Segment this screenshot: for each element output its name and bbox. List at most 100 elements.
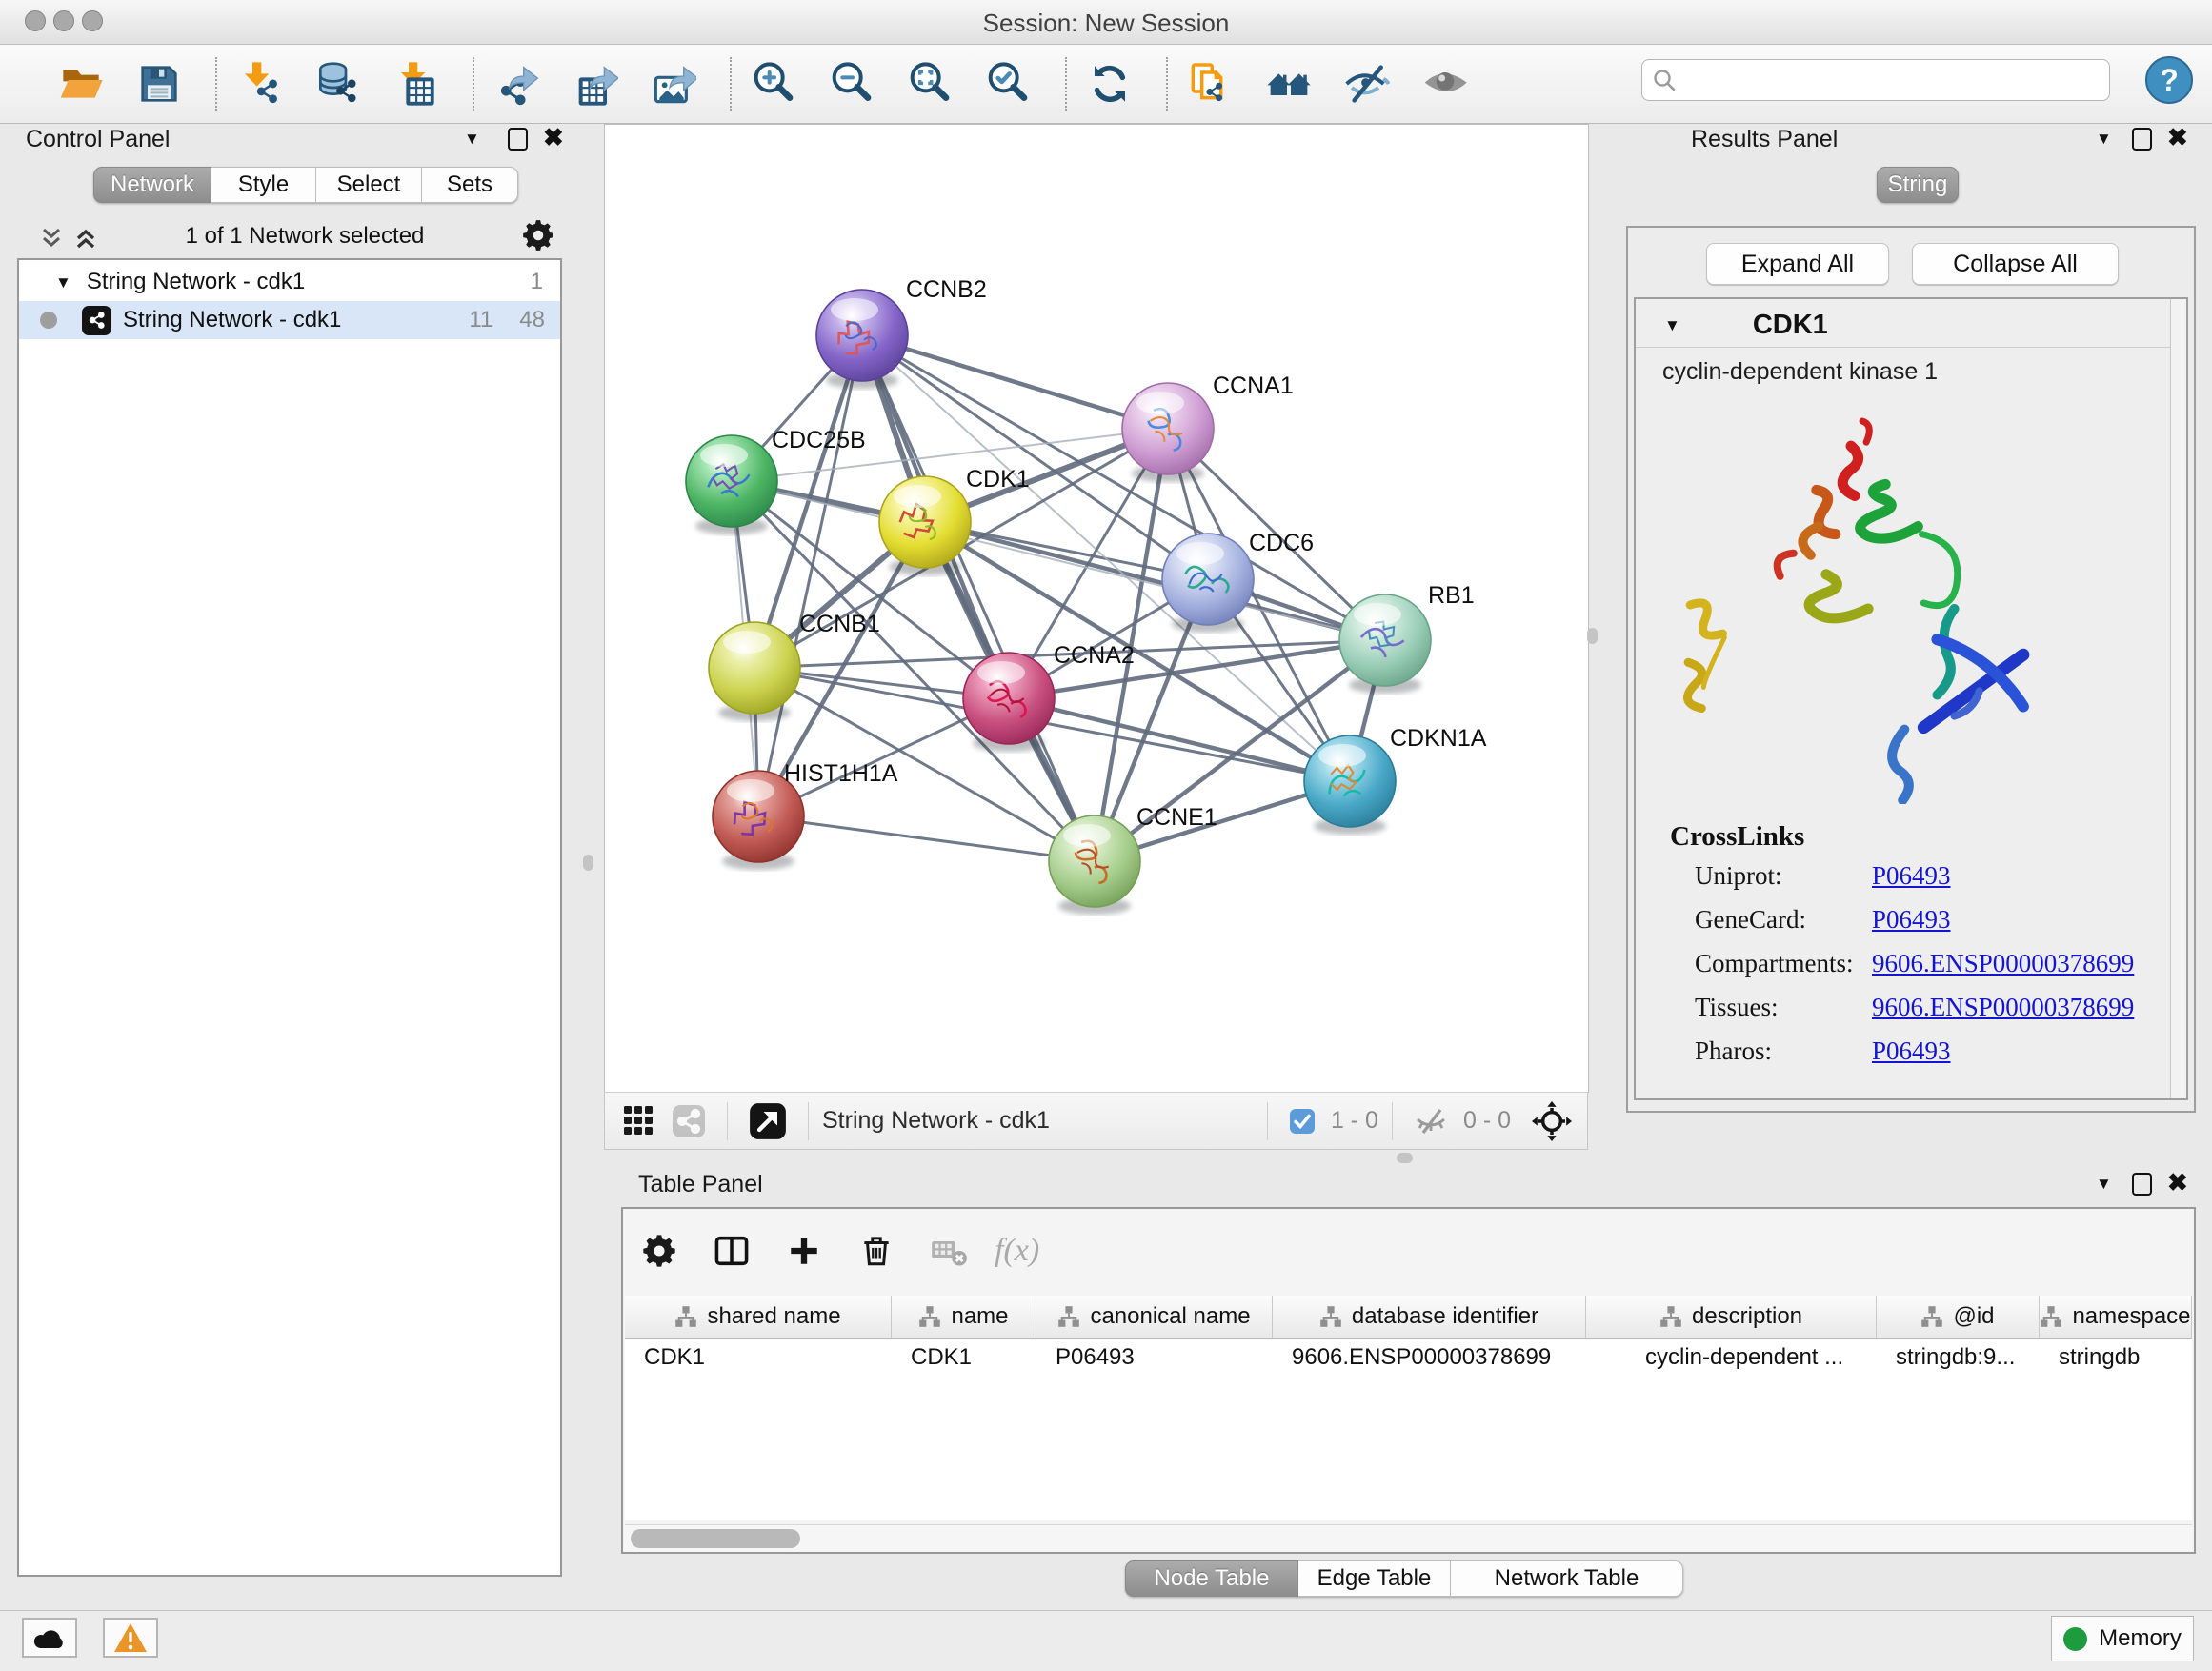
open-in-window-icon[interactable] bbox=[749, 1102, 787, 1140]
gene-header-row[interactable]: ▼ CDK1 bbox=[1636, 303, 2186, 348]
import-network-button[interactable] bbox=[234, 56, 286, 111]
zoom-in-button[interactable] bbox=[749, 56, 800, 111]
column-header-name[interactable]: name bbox=[892, 1296, 1036, 1338]
results-scrollbar[interactable] bbox=[2170, 299, 2186, 1098]
tab-network-table[interactable]: Network Table bbox=[1451, 1560, 1683, 1597]
delete-column-trash-icon[interactable] bbox=[850, 1222, 903, 1279]
collection-expand-icon[interactable]: ▼ bbox=[55, 274, 71, 291]
results-panel-close-icon[interactable]: ✖ bbox=[2167, 125, 2188, 150]
crosslink-value-link[interactable]: P06493 bbox=[1872, 905, 1951, 935]
help-button[interactable]: ? bbox=[2144, 55, 2194, 105]
collapse-all-button[interactable]: Collapse All bbox=[1912, 243, 2119, 285]
crosslink-value-link[interactable]: P06493 bbox=[1872, 1037, 1951, 1066]
memory-button[interactable]: Memory bbox=[2051, 1616, 2194, 1661]
node-CCNA1[interactable] bbox=[1122, 383, 1214, 482]
delete-table-icon[interactable] bbox=[922, 1222, 975, 1279]
tab-node-table[interactable]: Node Table bbox=[1125, 1560, 1298, 1597]
control-panel-close-icon[interactable]: ✖ bbox=[543, 125, 564, 150]
network-collection-row[interactable]: ▼ String Network - cdk1 1 bbox=[19, 263, 560, 301]
node-CDKN1A[interactable] bbox=[1304, 735, 1396, 835]
show-all-button[interactable] bbox=[1419, 56, 1471, 111]
open-session-button[interactable] bbox=[55, 56, 107, 111]
import-network-from-database-button[interactable] bbox=[312, 56, 364, 111]
node-CDC6[interactable] bbox=[1162, 534, 1254, 633]
share-view-icon[interactable] bbox=[672, 1104, 706, 1138]
column-header-namespace[interactable]: namespace bbox=[2040, 1296, 2192, 1338]
grid-view-icon[interactable] bbox=[622, 1104, 656, 1138]
export-network-button[interactable] bbox=[492, 56, 543, 111]
edge-CCNB2-CCNA1[interactable] bbox=[862, 335, 1168, 429]
export-table-button[interactable] bbox=[570, 56, 621, 111]
save-session-button[interactable] bbox=[133, 56, 185, 111]
string-query-button[interactable] bbox=[1263, 56, 1315, 111]
node-RB1[interactable] bbox=[1339, 594, 1431, 694]
tab-style[interactable]: Style bbox=[211, 167, 316, 203]
table-cell[interactable]: CDK1 bbox=[625, 1338, 892, 1378]
table-cell[interactable]: stringdb bbox=[2040, 1338, 2192, 1378]
fit-crosshair-icon[interactable] bbox=[1532, 1101, 1572, 1141]
apply-layout-button[interactable] bbox=[1084, 56, 1136, 111]
edge-CCNB2-HIST1H1A[interactable] bbox=[758, 335, 862, 816]
table-cell[interactable]: cyclin-dependent ... bbox=[1586, 1338, 1877, 1378]
right-splitter-handle[interactable] bbox=[1587, 628, 1598, 644]
network-row-selected[interactable]: String Network - cdk1 11 48 bbox=[19, 301, 560, 339]
import-table-button[interactable] bbox=[391, 56, 442, 111]
node-CCNB2[interactable] bbox=[816, 290, 908, 389]
column-header-description[interactable]: description bbox=[1586, 1296, 1877, 1338]
node-CCNB1[interactable] bbox=[709, 622, 800, 721]
add-column-icon[interactable] bbox=[777, 1222, 831, 1279]
function-builder-icon[interactable]: f(x) bbox=[995, 1233, 1039, 1269]
search-input[interactable] bbox=[1684, 67, 2100, 93]
left-splitter-handle[interactable] bbox=[583, 855, 593, 871]
collapse-all-icon[interactable] bbox=[38, 225, 65, 256]
gene-collapse-icon[interactable]: ▼ bbox=[1664, 317, 1680, 333]
hide-selected-button[interactable] bbox=[1341, 56, 1393, 111]
tab-network[interactable]: Network bbox=[93, 167, 211, 203]
table-cell[interactable]: P06493 bbox=[1036, 1338, 1273, 1378]
crosslink-value-link[interactable]: 9606.ENSP00000378699 bbox=[1872, 949, 2134, 978]
column-header--id[interactable]: @id bbox=[1877, 1296, 2040, 1338]
table-panel-float-icon[interactable] bbox=[2132, 1173, 2152, 1196]
table-settings-gear-icon[interactable] bbox=[633, 1222, 686, 1279]
tab-string[interactable]: String bbox=[1877, 167, 1959, 203]
table-hscrollbar[interactable] bbox=[625, 1524, 2192, 1552]
edge-HIST1H1A-CCNE1[interactable] bbox=[758, 816, 1095, 861]
table-panel-menu-icon[interactable]: ▼ bbox=[2096, 1176, 2112, 1192]
zoom-fit-button[interactable] bbox=[905, 56, 956, 111]
results-panel-menu-icon[interactable]: ▼ bbox=[2096, 131, 2112, 147]
tab-select[interactable]: Select bbox=[316, 167, 422, 203]
crosslink-value-link[interactable]: P06493 bbox=[1872, 861, 1951, 891]
table-panel-close-icon[interactable]: ✖ bbox=[2167, 1170, 2188, 1195]
node-CCNE1[interactable] bbox=[1049, 815, 1140, 915]
tab-sets[interactable]: Sets bbox=[422, 167, 518, 203]
table-cell[interactable]: CDK1 bbox=[892, 1338, 1036, 1378]
selected-checkbox-icon[interactable] bbox=[1289, 1108, 1316, 1135]
control-panel-float-icon[interactable] bbox=[508, 128, 528, 151]
table-hscrollbar-thumb[interactable] bbox=[631, 1529, 800, 1548]
cloud-button[interactable] bbox=[22, 1618, 77, 1658]
control-panel-menu-icon[interactable]: ▼ bbox=[464, 131, 480, 147]
search-box[interactable] bbox=[1641, 59, 2110, 101]
column-header-database-identifier[interactable]: database identifier bbox=[1273, 1296, 1586, 1338]
warnings-button[interactable] bbox=[103, 1618, 158, 1658]
network-options-gear-icon[interactable] bbox=[520, 217, 556, 258]
show-columns-icon[interactable] bbox=[705, 1222, 758, 1279]
network-canvas[interactable]: CCNB2CCNA1CDC25BCDK1CDC6RB1CCNB1CCNA2CDK… bbox=[604, 124, 1589, 1093]
tab-edge-table[interactable]: Edge Table bbox=[1298, 1560, 1451, 1597]
expand-up-icon[interactable] bbox=[72, 225, 99, 256]
column-header-shared-name[interactable]: shared name bbox=[625, 1296, 892, 1338]
results-panel-float-icon[interactable] bbox=[2132, 128, 2152, 151]
expand-all-button[interactable]: Expand All bbox=[1706, 243, 1889, 285]
table-row[interactable]: CDK1CDK1P064939606.ENSP00000378699cyclin… bbox=[625, 1338, 2192, 1378]
column-header-canonical-name[interactable]: canonical name bbox=[1036, 1296, 1273, 1338]
hidden-eye-icon[interactable] bbox=[1414, 1104, 1448, 1138]
clone-network-button[interactable] bbox=[1185, 56, 1237, 111]
crosslink-value-link[interactable]: 9606.ENSP00000378699 bbox=[1872, 993, 2134, 1022]
node-CDC25B[interactable] bbox=[686, 435, 777, 534]
table-cell[interactable]: 9606.ENSP00000378699 bbox=[1273, 1338, 1586, 1378]
zoom-out-button[interactable] bbox=[827, 56, 878, 111]
zoom-selected-button[interactable] bbox=[983, 56, 1035, 111]
node-CDK1[interactable] bbox=[879, 476, 971, 575]
table-cell[interactable]: stringdb:9... bbox=[1877, 1338, 2040, 1378]
export-image-button[interactable] bbox=[648, 56, 699, 111]
